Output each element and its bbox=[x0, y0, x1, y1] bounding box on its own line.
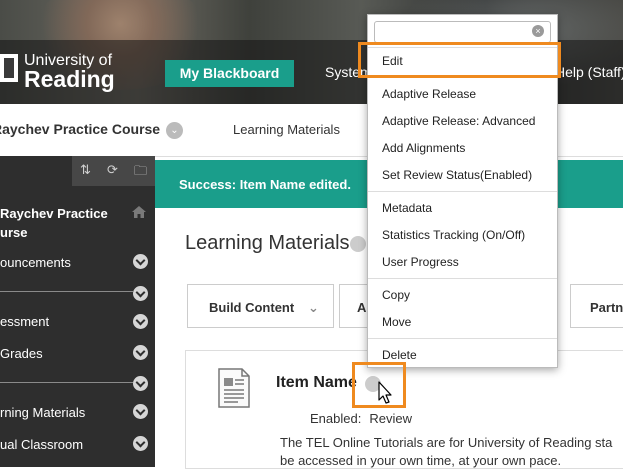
chevron-down-icon[interactable] bbox=[133, 254, 148, 269]
close-circle-icon[interactable]: × bbox=[532, 25, 544, 37]
chevron-down-icon[interactable] bbox=[133, 314, 148, 329]
chevron-down-icon[interactable] bbox=[133, 376, 148, 391]
sidebar-item-grades[interactable]: Grades bbox=[0, 346, 43, 361]
menu-divider bbox=[0, 382, 133, 383]
item-description: The TEL Online Tutorials are for Univers… bbox=[280, 434, 623, 470]
build-content-button[interactable]: Build Content ⌄ bbox=[187, 284, 334, 328]
item-title[interactable]: Item Name bbox=[276, 374, 357, 392]
course-title-line1: Raychev Practice bbox=[0, 206, 108, 221]
sidebar-item-label: ual Classroom bbox=[0, 437, 84, 452]
menu-item-statistics-tracking[interactable]: Statistics Tracking (On/Off) bbox=[382, 228, 525, 242]
assessments-button[interactable]: A bbox=[339, 284, 369, 328]
menu-search-input[interactable] bbox=[374, 21, 551, 43]
chevron-down-icon[interactable]: ⌄ bbox=[166, 122, 183, 139]
breadcrumb-course[interactable]: Raychev Practice Course bbox=[0, 121, 160, 137]
document-icon bbox=[218, 368, 250, 408]
sidebar-item-assessment[interactable]: essment bbox=[0, 314, 49, 329]
chevron-down-icon[interactable] bbox=[133, 404, 148, 419]
enabled-value: Review bbox=[369, 411, 412, 426]
nav-my-blackboard[interactable]: My Blackboard bbox=[165, 60, 294, 87]
enabled-label: Enabled: bbox=[310, 411, 362, 426]
item-review-status: Enabled: Review bbox=[310, 411, 412, 426]
edit-highlight bbox=[358, 42, 561, 78]
sidebar-item-label: essment bbox=[0, 314, 50, 329]
button-label: A bbox=[357, 300, 367, 315]
menu-course-title[interactable]: Raychev Practice urse bbox=[0, 204, 108, 242]
menu-item-set-review-status[interactable]: Set Review Status(Enabled) bbox=[382, 168, 532, 182]
menu-divider bbox=[368, 338, 557, 339]
menu-divider bbox=[368, 278, 557, 279]
chevron-down-icon: ⌄ bbox=[308, 300, 319, 315]
menu-item-adaptive-release[interactable]: Adaptive Release bbox=[382, 87, 476, 101]
sidebar-item-announcements[interactable]: ouncements bbox=[0, 255, 71, 270]
mouse-pointer-icon bbox=[378, 381, 392, 404]
description-line: be accessed in your own time, at your ow… bbox=[280, 453, 562, 468]
menu-item-adaptive-release-advanced[interactable]: Adaptive Release: Advanced bbox=[382, 114, 535, 128]
success-text: Success: Item Name edited. bbox=[179, 177, 351, 192]
menu-divider bbox=[368, 191, 557, 192]
description-line: The TEL Online Tutorials are for Univers… bbox=[280, 435, 613, 450]
menu-item-add-alignments[interactable]: Add Alignments bbox=[382, 141, 465, 155]
chevron-down-icon[interactable] bbox=[133, 286, 148, 301]
partner-content-button[interactable]: Partn bbox=[570, 284, 623, 328]
menu-divider bbox=[0, 291, 133, 292]
sidebar-item-learning-materials[interactable]: rning Materials bbox=[0, 405, 85, 420]
chevron-down-icon[interactable] bbox=[133, 345, 148, 360]
menu-item-copy[interactable]: Copy bbox=[382, 288, 410, 302]
breadcrumb-current: Learning Materials bbox=[233, 122, 340, 137]
menu-tools: ⇅ ⟳ 🗀 bbox=[72, 156, 155, 186]
nav-help[interactable]: Help (Staff) bbox=[555, 64, 623, 80]
sidebar-item-virtual-classroom[interactable]: ual Classroom bbox=[0, 437, 83, 452]
menu-item-delete[interactable]: Delete bbox=[382, 348, 417, 362]
folder-icon[interactable]: 🗀 bbox=[134, 162, 147, 184]
sidebar-item-label: ouncements bbox=[0, 255, 71, 270]
chevron-down-icon[interactable] bbox=[350, 236, 366, 252]
button-label: Partn bbox=[590, 300, 623, 315]
course-title-line2: urse bbox=[0, 225, 28, 240]
home-icon[interactable] bbox=[132, 206, 146, 218]
sort-arrows-icon[interactable]: ⇅ bbox=[80, 162, 91, 178]
page-title: Learning Materials bbox=[185, 232, 350, 254]
crest-icon bbox=[0, 54, 18, 82]
sidebar-item-label: rning Materials bbox=[0, 405, 86, 420]
chevron-down-icon[interactable] bbox=[133, 436, 148, 451]
sidebar-item-label: Grades bbox=[0, 346, 43, 361]
course-menu: ⇅ ⟳ 🗀 Raychev Practice urse ouncements e… bbox=[0, 156, 155, 467]
button-label: Build Content bbox=[209, 300, 295, 315]
menu-item-user-progress[interactable]: User Progress bbox=[382, 255, 459, 269]
logo-line2: Reading bbox=[24, 66, 115, 92]
refresh-icon[interactable]: ⟳ bbox=[107, 162, 118, 178]
menu-item-move[interactable]: Move bbox=[382, 315, 411, 329]
menu-item-metadata[interactable]: Metadata bbox=[382, 201, 432, 215]
